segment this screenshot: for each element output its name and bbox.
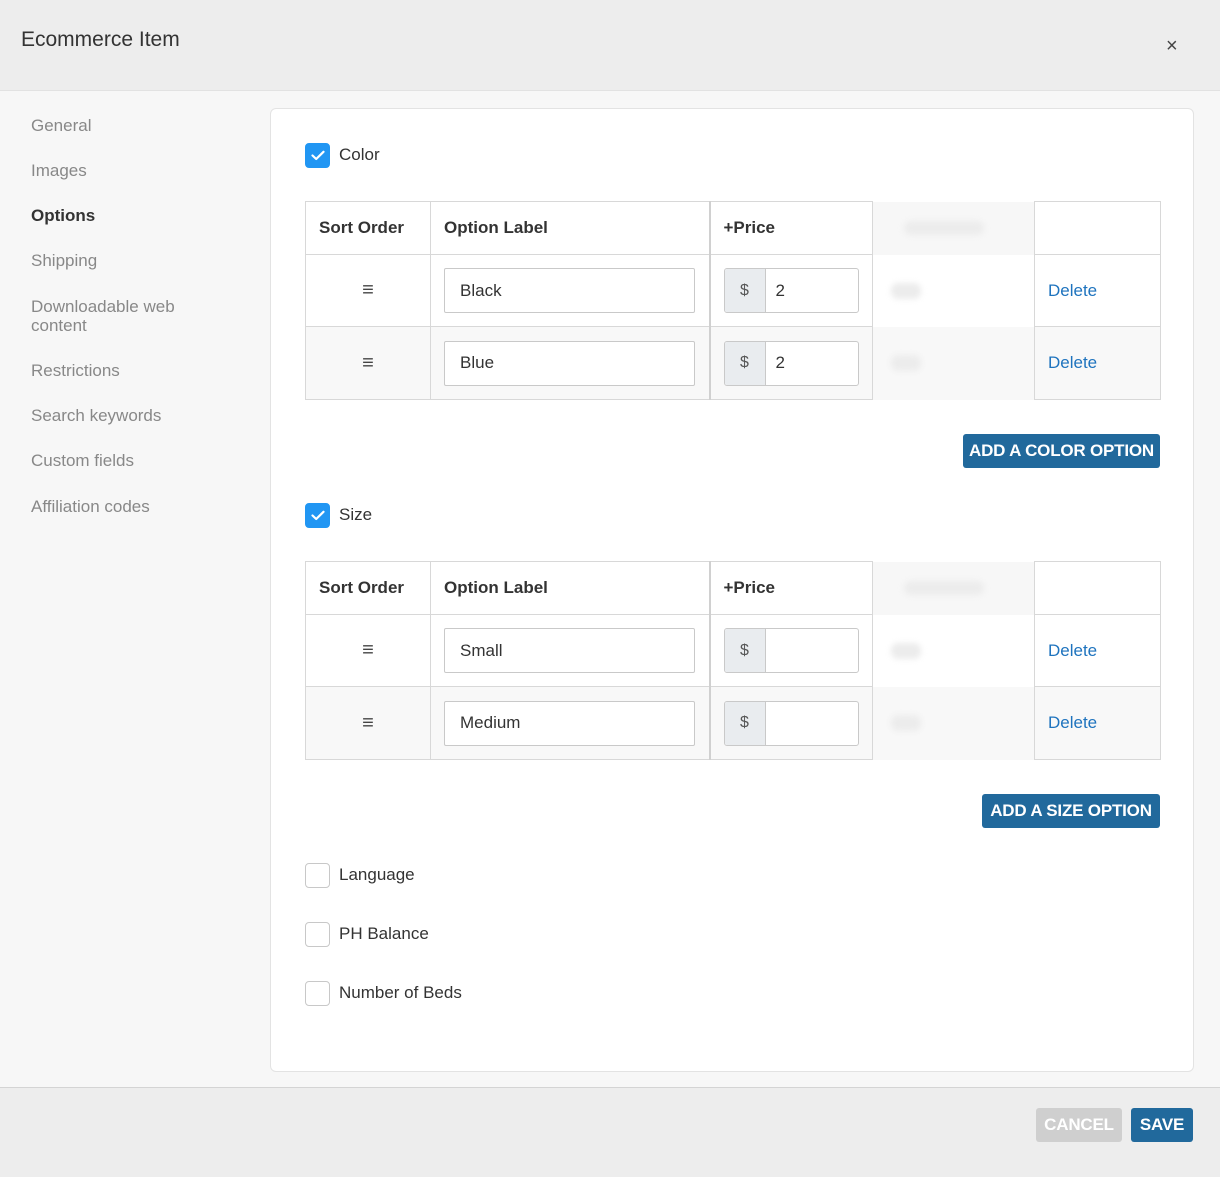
blurred-cell [872,254,1035,327]
currency-addon: $ [724,269,766,312]
color-options-table: Sort Order Option Label +Price ≡ Black $… [305,201,1161,400]
size-option-toggle: Size [305,502,372,528]
ph-balance-option-label: PH Balance [339,924,429,943]
cancel-button[interactable]: CANCEL [1036,1108,1122,1142]
modal-header: Ecommerce Item × [0,0,1220,91]
sidebar-item-affiliation-codes[interactable]: Affiliation codes [31,497,150,516]
number-of-beds-option-label: Number of Beds [339,983,462,1002]
option-label-input[interactable]: Blue [444,340,695,386]
modal-title: Ecommerce Item [21,28,180,51]
color-option-toggle: Color [305,142,380,168]
actions-header [1034,201,1161,255]
price-input[interactable]: $2 [723,268,859,313]
blurred-cell [872,326,1035,400]
delete-link[interactable]: Delete [1034,326,1161,400]
language-option-toggle: Language [305,862,415,888]
price-value: 2 [775,280,785,300]
size-checkbox[interactable] [305,502,330,528]
price-input[interactable]: $ [723,628,859,673]
sidebar-nav: General Images Options Shipping Download… [0,91,270,1087]
price-value [766,629,858,672]
color-option-label: Color [339,145,380,164]
delete-link[interactable]: Delete [1034,614,1161,687]
color-checkbox[interactable] [305,142,330,168]
table-row: ≡ Black $2 Delete [305,254,1161,327]
price-input[interactable]: $ [723,700,859,746]
close-icon[interactable]: × [1166,34,1178,58]
price-input[interactable]: $2 [723,340,859,386]
add-color-option-button[interactable]: ADD A COLOR OPTION [963,434,1160,468]
currency-addon: $ [724,701,766,745]
blurred-cell [872,614,1035,687]
drag-handle-icon[interactable]: ≡ [305,326,431,400]
sidebar-item-options[interactable]: Options [31,206,95,225]
table-row: ≡ Medium $ Delete [305,686,1161,760]
sidebar-item-downloadable-web-content[interactable]: Downloadable web content [31,297,231,335]
number-of-beds-checkbox[interactable] [305,980,330,1006]
sort-order-header: Sort Order [305,561,431,615]
size-options-table: Sort Order Option Label +Price ≡ Small $… [305,561,1161,760]
sidebar-item-shipping[interactable]: Shipping [31,251,97,270]
option-label-header: Option Label [430,561,710,615]
currency-addon: $ [724,629,766,672]
drag-handle-icon[interactable]: ≡ [305,614,431,687]
price-header: +Price [708,561,873,615]
sidebar-item-search-keywords[interactable]: Search keywords [31,406,161,425]
option-label-input[interactable]: Medium [444,700,695,746]
price-value: 2 [775,353,785,372]
checkmark-icon [310,150,325,160]
delete-link[interactable]: Delete [1034,254,1161,327]
language-option-label: Language [339,865,415,884]
blurred-cell [872,686,1035,760]
ph-balance-option-toggle: PH Balance [305,921,429,947]
table-row: ≡ Blue $2 Delete [305,326,1161,400]
table-row: ≡ Small $ Delete [305,614,1161,687]
save-button[interactable]: SAVE [1131,1108,1193,1142]
size-option-label: Size [339,505,373,524]
option-label-input[interactable]: Small [444,628,695,673]
drag-handle-icon[interactable]: ≡ [305,254,431,327]
sidebar-item-restrictions[interactable]: Restrictions [31,361,120,380]
language-checkbox[interactable] [305,862,330,888]
add-size-option-button[interactable]: ADD A SIZE OPTION [982,794,1160,828]
options-panel: Color Sort Order Option Label +Price ≡ B… [270,108,1194,1072]
modal-footer: CANCEL SAVE [0,1087,1220,1177]
actions-header [1034,561,1161,615]
blurred-header [872,561,1035,615]
price-header: +Price [708,201,873,255]
delete-link[interactable]: Delete [1034,686,1161,760]
sort-order-header: Sort Order [305,201,431,255]
sidebar-item-general[interactable]: General [31,116,91,135]
option-label-input[interactable]: Black [444,268,695,313]
number-of-beds-option-toggle: Number of Beds [305,980,462,1006]
sidebar-item-images[interactable]: Images [31,161,87,180]
checkmark-icon [310,510,325,520]
ph-balance-checkbox[interactable] [305,921,330,947]
sidebar-item-custom-fields[interactable]: Custom fields [31,451,134,470]
drag-handle-icon[interactable]: ≡ [305,686,431,760]
blurred-header [872,201,1035,255]
price-value [766,702,858,745]
option-label-header: Option Label [430,201,710,255]
currency-addon: $ [724,341,766,385]
